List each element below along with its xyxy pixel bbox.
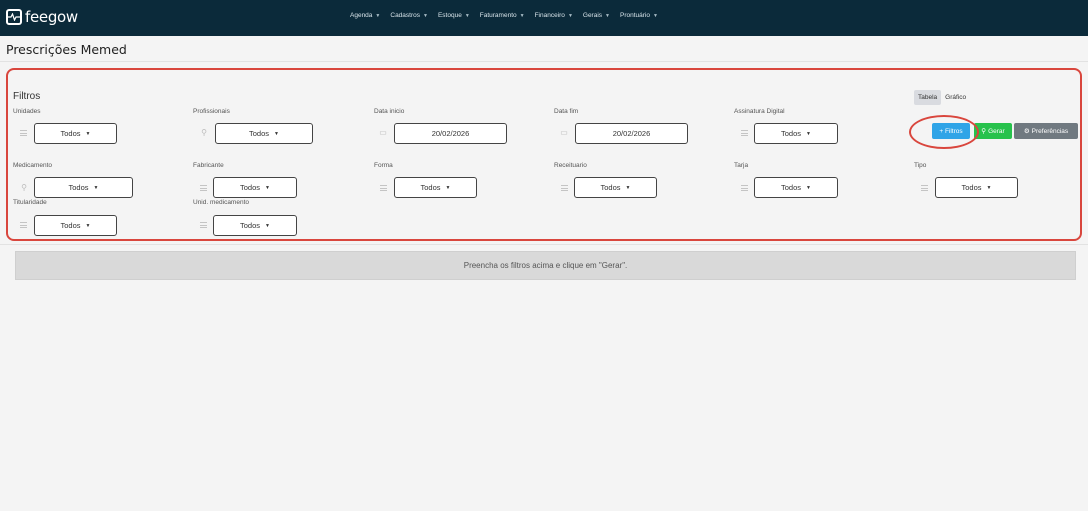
tab-tabela[interactable]: Tabela — [914, 90, 942, 105]
list-icon — [200, 185, 207, 191]
nav-financeiro[interactable]: Financeiro ▼ — [535, 12, 573, 19]
list-icon — [200, 222, 207, 228]
unidades-select[interactable]: Todos ▼ — [34, 123, 117, 144]
data-fim-input[interactable]: 20/02/2026 — [575, 123, 688, 144]
logo-text: feegow — [25, 8, 78, 26]
calendar-icon: ▭ — [379, 128, 387, 137]
caret-down-icon: ▼ — [986, 184, 992, 191]
chevron-down-icon: ▼ — [423, 13, 428, 19]
profissionais-label: Profissionais — [193, 108, 230, 115]
list-icon — [20, 222, 27, 228]
list-icon — [20, 130, 27, 136]
filters-title: Filtros — [13, 91, 41, 102]
receituario-select[interactable]: Todos ▼ — [574, 177, 657, 198]
nav-agenda[interactable]: Agenda ▼ — [350, 12, 380, 19]
caret-down-icon: ▼ — [445, 184, 451, 191]
unidades-label: Unidades — [13, 108, 41, 115]
caret-down-icon: ▼ — [85, 130, 91, 137]
chevron-down-icon: ▼ — [567, 13, 573, 19]
logo[interactable]: feegow — [6, 8, 78, 26]
tab-grafico[interactable]: Gráfico — [941, 90, 970, 105]
nav-faturamento[interactable]: Faturamento ▼ — [480, 12, 525, 19]
data-inicio-input[interactable]: 20/02/2026 — [394, 123, 507, 144]
chevron-down-icon: ▼ — [375, 13, 381, 19]
forma-label: Forma — [374, 162, 393, 169]
profissionais-select[interactable]: Todos ▼ — [215, 123, 313, 144]
list-icon — [380, 185, 387, 191]
preferences-button[interactable]: ⚙ Preferências — [1014, 123, 1078, 139]
page-title: Prescrições Memed — [6, 42, 127, 57]
main-nav: Agenda ▼ Cadastros ▼ Estoque ▼ Faturamento ▼… — [350, 12, 668, 19]
receituario-label: Receituario — [554, 162, 587, 169]
generate-button[interactable]: ⚲ Gerar — [974, 123, 1012, 139]
search-icon: ⚲ — [981, 128, 987, 135]
nav-gerais[interactable]: Gerais ▼ — [583, 12, 610, 19]
data-inicio-label: Data inicio — [374, 108, 405, 115]
tipo-select[interactable]: Todos ▼ — [935, 177, 1018, 198]
nav-estoque[interactable]: Estoque ▼ — [438, 12, 470, 19]
unid-medicamento-label: Unid. medicamento — [193, 199, 249, 206]
medicamento-label: Medicamento — [13, 162, 53, 169]
list-icon — [561, 185, 568, 191]
list-icon — [741, 185, 748, 191]
chevron-down-icon: ▼ — [519, 13, 525, 19]
divider — [0, 244, 1088, 245]
info-message: Preencha os filtros acima e clique em "G… — [15, 251, 1076, 280]
assinatura-select[interactable]: Todos ▼ — [754, 123, 838, 144]
divider — [0, 61, 1088, 62]
data-fim-label: Data fim — [554, 108, 579, 115]
list-icon — [921, 185, 928, 191]
preferences-button-label: Preferências — [1031, 127, 1069, 135]
caret-down-icon: ▼ — [93, 184, 99, 191]
fabricante-select[interactable]: Todos ▼ — [213, 177, 297, 198]
caret-down-icon: ▼ — [265, 184, 270, 191]
highlight-circle — [909, 115, 979, 149]
list-icon — [741, 130, 748, 136]
chevron-down-icon: ▼ — [653, 13, 658, 19]
tipo-label: Tipo — [914, 162, 927, 169]
chevron-down-icon: ▼ — [464, 13, 470, 19]
search-icon: ⚲ — [201, 128, 207, 137]
caret-down-icon: ▼ — [806, 130, 811, 137]
forma-select[interactable]: Todos ▼ — [394, 177, 477, 198]
fabricante-label: Fabricante — [193, 162, 224, 169]
view-toggle: Tabela Gráfico — [914, 90, 970, 105]
nav-cadastros[interactable]: Cadastros ▼ — [390, 12, 428, 19]
nav-prontuario[interactable]: Prontuário ▼ — [620, 12, 658, 19]
calendar-icon: ▭ — [560, 128, 568, 137]
top-navbar: feegow Agenda ▼ Cadastros ▼ Estoque ▼ Fatur… — [0, 0, 1088, 36]
tarja-label: Tarja — [734, 162, 749, 169]
chevron-down-icon: ▼ — [605, 13, 610, 19]
gear-icon: ⚙ — [1023, 128, 1030, 135]
caret-down-icon: ▼ — [625, 184, 631, 191]
titularidade-select[interactable]: Todos ▼ — [34, 215, 117, 236]
assinatura-label: Assinatura Digital — [734, 108, 785, 115]
medicamento-select[interactable]: Todos ▼ — [34, 177, 133, 198]
titularidade-label: Titularidade — [13, 199, 47, 206]
tarja-select[interactable]: Todos ▼ — [754, 177, 838, 198]
pulse-logo-icon — [6, 9, 22, 25]
caret-down-icon: ▼ — [274, 130, 279, 137]
caret-down-icon: ▼ — [85, 222, 91, 229]
caret-down-icon: ▼ — [806, 184, 811, 191]
search-icon: ⚲ — [21, 183, 27, 192]
caret-down-icon: ▼ — [265, 222, 270, 229]
generate-button-label: Gerar — [988, 127, 1005, 135]
unid-medicamento-select[interactable]: Todos ▼ — [213, 215, 297, 236]
